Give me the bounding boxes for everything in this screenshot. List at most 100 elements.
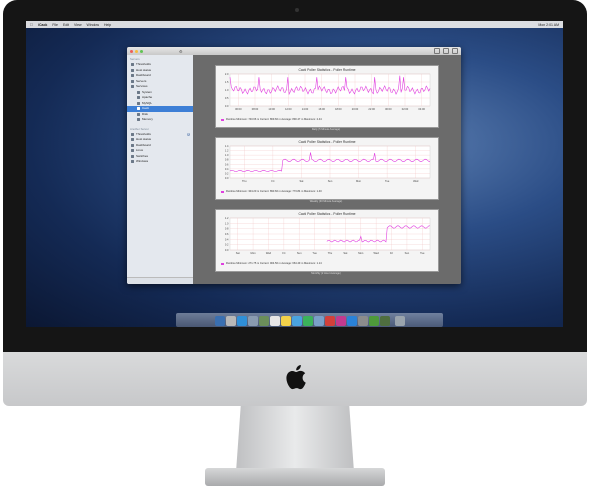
y-tick-label: 1.0 (225, 153, 229, 157)
dock (176, 313, 443, 327)
graph-caption: Monthly (2 Hour Average) (311, 272, 341, 275)
x-tick-label: Sat (299, 179, 303, 183)
x-tick-label: Wed (374, 251, 380, 255)
sidebar-item-label: Memory (142, 117, 153, 121)
mail-icon[interactable] (247, 316, 258, 326)
share-icon[interactable] (443, 48, 449, 54)
y-tick-label: 0.5 (225, 96, 229, 100)
legend-text: Runtime Minimum: 740.66 m Current: 869.6… (226, 118, 322, 121)
graph-icon (137, 118, 140, 122)
graph-monthly[interactable]: Cacti Poller Statistics - Poller Runtime… (215, 209, 439, 272)
server-icon (131, 79, 134, 83)
y-tick-label: 2.0 (225, 72, 229, 76)
server-icon (131, 154, 134, 158)
sidebar: Servers Thresholds Host status Dashboard… (127, 55, 193, 284)
x-tick-label: Fri (282, 251, 285, 255)
x-tick-label: 10:00 (268, 107, 275, 111)
legend-swatch (221, 118, 224, 121)
graph-icon (137, 90, 140, 94)
graph-daily[interactable]: Cacti Poller Statistics - Poller Runtime… (215, 65, 439, 128)
menu-clock[interactable]: Mon 2:01 AM (538, 23, 559, 27)
x-tick-label: 18:00 (335, 107, 342, 111)
y-tick-label: 1.2 (225, 216, 229, 220)
fullscreen-icon[interactable] (452, 48, 458, 54)
minimize-button[interactable] (135, 49, 138, 53)
contacts-icon[interactable] (258, 316, 269, 326)
notes-icon[interactable] (280, 316, 291, 326)
warning-icon (131, 132, 134, 136)
x-tick-label: Fri (390, 251, 393, 255)
menu-window[interactable]: Window (87, 23, 99, 27)
x-tick-label: Sun (405, 251, 410, 255)
menu-file[interactable]: File (52, 23, 58, 27)
x-tick-label: Wed (413, 179, 419, 183)
music-icon[interactable] (324, 316, 335, 326)
y-tick-label: 0.6 (225, 162, 229, 166)
menu-edit[interactable]: Edit (63, 23, 69, 27)
graph-icon (137, 112, 140, 116)
x-tick-label: 16:00 (318, 107, 325, 111)
photo-icon[interactable] (313, 316, 324, 326)
screen:  iCack File Edit View Window Help Mon 2… (26, 21, 563, 327)
y-tick-label: 1.0 (225, 221, 229, 225)
messages-icon[interactable] (291, 316, 302, 326)
y-tick-label: 0.4 (225, 237, 229, 241)
refresh-icon[interactable] (434, 48, 440, 54)
y-tick-label: 0.4 (225, 167, 229, 171)
y-tick-label: 1.2 (225, 149, 229, 153)
menu-app[interactable]: iCack (38, 23, 47, 27)
preferences-icon[interactable] (357, 316, 368, 326)
finder-icon[interactable] (214, 316, 225, 326)
sidebar-footer: + ⚙ (127, 277, 193, 284)
x-tick-label: Sun (328, 179, 333, 183)
app-icon[interactable] (379, 316, 390, 326)
x-tick-label: Sun (297, 251, 302, 255)
x-tick-label: Tue (420, 251, 425, 255)
zoom-button[interactable] (140, 49, 143, 53)
apple-menu-icon[interactable]:  (30, 22, 33, 27)
x-tick-label: Mon (358, 251, 364, 255)
x-tick-label: 14:00 (302, 107, 309, 111)
trash-icon[interactable] (394, 316, 405, 326)
graph-weekly[interactable]: Cacti Poller Statistics - Poller Runtime… (215, 137, 439, 200)
alert-count-badge: 2 (186, 132, 190, 136)
dashboard-icon (131, 143, 134, 147)
host-icon (131, 138, 134, 142)
facetime-icon[interactable] (302, 316, 313, 326)
x-tick-label: 02:00 (402, 107, 409, 111)
terminal-icon[interactable] (368, 316, 379, 326)
sidebar-item-memory[interactable]: Memory (127, 117, 193, 123)
graph-plot: Sat Mon Wed Fri Sun Tue Thu Sat Mon Wed Fri Sun Tue … (225, 216, 431, 255)
folder-icon (131, 85, 134, 89)
graph-legend: Runtime Minimum: 740.66 m Current: 869.6… (221, 118, 438, 121)
sidebar-group-label: Servers (130, 57, 140, 61)
imac:  iCack File Edit View Window Help Mon 2… (0, 0, 590, 493)
x-tick-label: 08:00 (252, 107, 259, 111)
app-store-icon[interactable] (346, 316, 357, 326)
app-window: ⚙ Servers Thresholds Host status Dashboa… (127, 47, 461, 284)
close-button[interactable] (130, 49, 133, 53)
x-tick-label: 04:00 (418, 107, 425, 111)
graph-plot: 06:00 08:00 10:00 12:00 14:00 16:00 18:00 20:00… (225, 72, 431, 111)
x-tick-label: 12:00 (285, 107, 292, 111)
y-tick-label: 0.2 (225, 171, 229, 175)
apple-logo-icon (286, 365, 306, 390)
launchpad-icon[interactable] (225, 316, 236, 326)
calendar-icon[interactable] (269, 316, 280, 326)
graph-caption: Daily (5 Minute Average) (311, 128, 341, 131)
x-tick-label: Tue (385, 179, 390, 183)
sidebar-item-windows[interactable]: Windows (127, 159, 193, 165)
gear-icon[interactable]: ⚙ (179, 49, 183, 54)
itunes-icon[interactable] (335, 316, 346, 326)
safari-icon[interactable] (236, 316, 247, 326)
graph-icon (137, 101, 140, 105)
menu-help[interactable]: Help (104, 23, 111, 27)
y-tick-label: 0.8 (225, 158, 229, 162)
x-tick-label: 22:00 (368, 107, 375, 111)
sidebar-group-label: Another Server (130, 126, 149, 131)
menu-view[interactable]: View (74, 23, 82, 27)
y-tick-label: 0.0 (225, 104, 229, 108)
x-tick-label: Tue (312, 251, 317, 255)
dashboard-icon (131, 74, 134, 78)
legend-text: Runtime Minimum: 304.20 m Current: 893.6… (226, 190, 322, 193)
